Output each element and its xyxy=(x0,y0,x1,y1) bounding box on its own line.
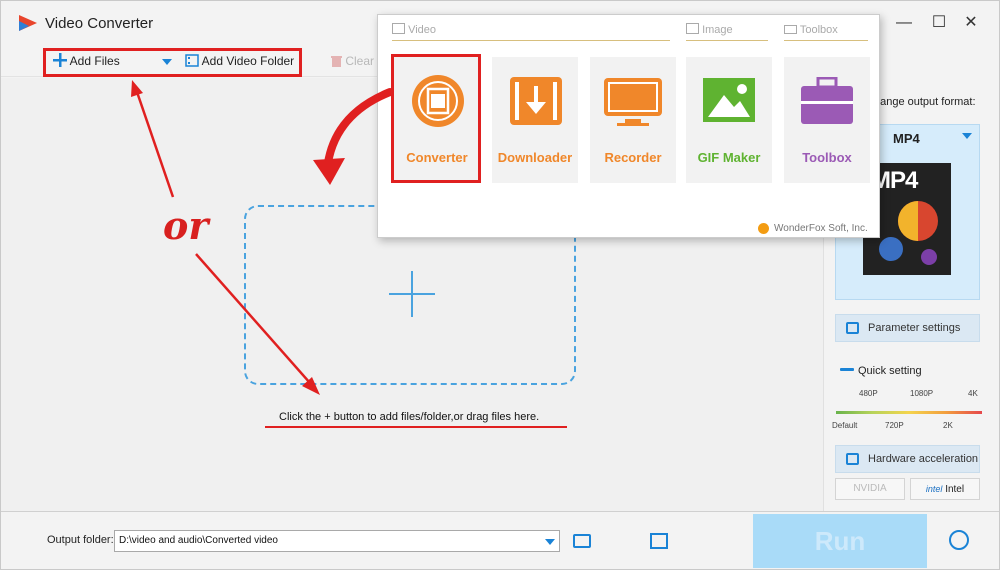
or-annotation: or xyxy=(163,203,209,248)
downloader-tile[interactable]: Downloader xyxy=(492,57,578,183)
recorder-label: Recorder xyxy=(604,150,662,165)
output-format-name: MP4 xyxy=(893,131,920,146)
alarm-clock-icon[interactable] xyxy=(949,530,969,550)
image-category-divider xyxy=(686,40,768,41)
nvidia-label: NVIDIA xyxy=(853,483,887,494)
toolbox-tile[interactable]: Toolbox xyxy=(784,57,870,183)
output-folder-path: D:\video and audio\Converted video xyxy=(119,535,278,546)
recorder-icon xyxy=(604,78,662,126)
category-video: Video xyxy=(392,23,436,36)
add-plus-icon-bar[interactable] xyxy=(389,293,435,295)
category-image-label: Image xyxy=(702,24,733,36)
downloader-icon xyxy=(510,77,562,125)
tick-4k: 4K xyxy=(968,389,978,398)
category-toolbox-label: Toolbox xyxy=(799,24,838,36)
sliders-icon xyxy=(846,322,859,334)
hardware-acceleration-label: Hardware acceleration xyxy=(868,453,979,465)
hardware-acceleration-button[interactable]: Hardware acceleration xyxy=(835,445,980,473)
run-button[interactable]: Run xyxy=(753,514,927,568)
tick-480p: 480P xyxy=(859,389,878,398)
quick-setting-icon xyxy=(840,368,854,371)
output-folder-label: Output folder: xyxy=(47,534,114,546)
gif-maker-label: GIF Maker xyxy=(697,150,761,165)
parameter-settings-button[interactable]: Parameter settings xyxy=(835,314,980,342)
tick-720p: 720P xyxy=(885,421,904,430)
app-title: Video Converter xyxy=(45,15,154,32)
output-folder-field[interactable]: D:\video and audio\Converted video xyxy=(114,530,560,552)
downloader-label: Downloader xyxy=(497,150,573,165)
intel-option[interactable]: intel Intel xyxy=(910,478,980,500)
media-folder-icon[interactable] xyxy=(650,533,668,549)
bottom-bar: Output folder: D:\video and audio\Conver… xyxy=(1,511,999,569)
tick-1080p: 1080P xyxy=(910,389,934,398)
quick-setting-label: Quick setting xyxy=(858,365,922,377)
toolbox-label: Toolbox xyxy=(802,150,852,165)
output-folder-dropdown-icon[interactable] xyxy=(545,539,555,545)
hot-air-balloon-image xyxy=(879,201,938,265)
converter-highlight-annotation xyxy=(391,54,481,183)
nvidia-option[interactable]: NVIDIA xyxy=(835,478,905,500)
image-category-icon xyxy=(686,23,699,34)
gif-maker-icon xyxy=(703,78,755,122)
video-category-divider xyxy=(392,40,670,41)
toolbox-category-icon xyxy=(784,25,797,34)
trash-icon xyxy=(331,56,342,67)
drop-hint: Click the + button to add files/folder,o… xyxy=(279,411,540,423)
toolbox-category-divider xyxy=(784,40,868,41)
app-logo-icon xyxy=(19,15,37,31)
quality-slider[interactable] xyxy=(836,411,982,414)
toolbox-icon xyxy=(801,77,853,124)
add-buttons-highlight-annotation xyxy=(43,48,302,77)
intel-label: Intel xyxy=(945,484,965,495)
wonderfox-logo-icon xyxy=(758,223,769,234)
intel-logo-icon: intel xyxy=(925,484,943,494)
close-button[interactable]: ✕ xyxy=(956,11,986,35)
format-dropdown-icon[interactable] xyxy=(962,133,972,139)
recorder-tile[interactable]: Recorder xyxy=(590,57,676,183)
chip-icon xyxy=(846,453,859,465)
category-toolbox: Toolbox xyxy=(784,23,838,36)
tick-default: Default xyxy=(832,421,858,430)
video-category-icon xyxy=(392,23,405,34)
clear-label: Clear xyxy=(345,54,375,68)
category-image: Image xyxy=(686,23,733,36)
output-format-label: hange output format: xyxy=(874,96,976,108)
clear-button[interactable]: Clear xyxy=(331,51,374,71)
tick-2k: 2K xyxy=(943,421,953,430)
category-video-label: Video xyxy=(408,24,436,36)
maximize-button[interactable]: ☐ xyxy=(924,11,954,35)
minimize-button[interactable]: — xyxy=(889,11,919,35)
gif-maker-tile[interactable]: GIF Maker xyxy=(686,57,772,183)
hint-underline-annotation xyxy=(265,426,567,428)
brand-label: WonderFox Soft, Inc. xyxy=(774,223,868,234)
open-folder-icon[interactable] xyxy=(573,534,591,548)
parameter-settings-label: Parameter settings xyxy=(868,322,961,334)
